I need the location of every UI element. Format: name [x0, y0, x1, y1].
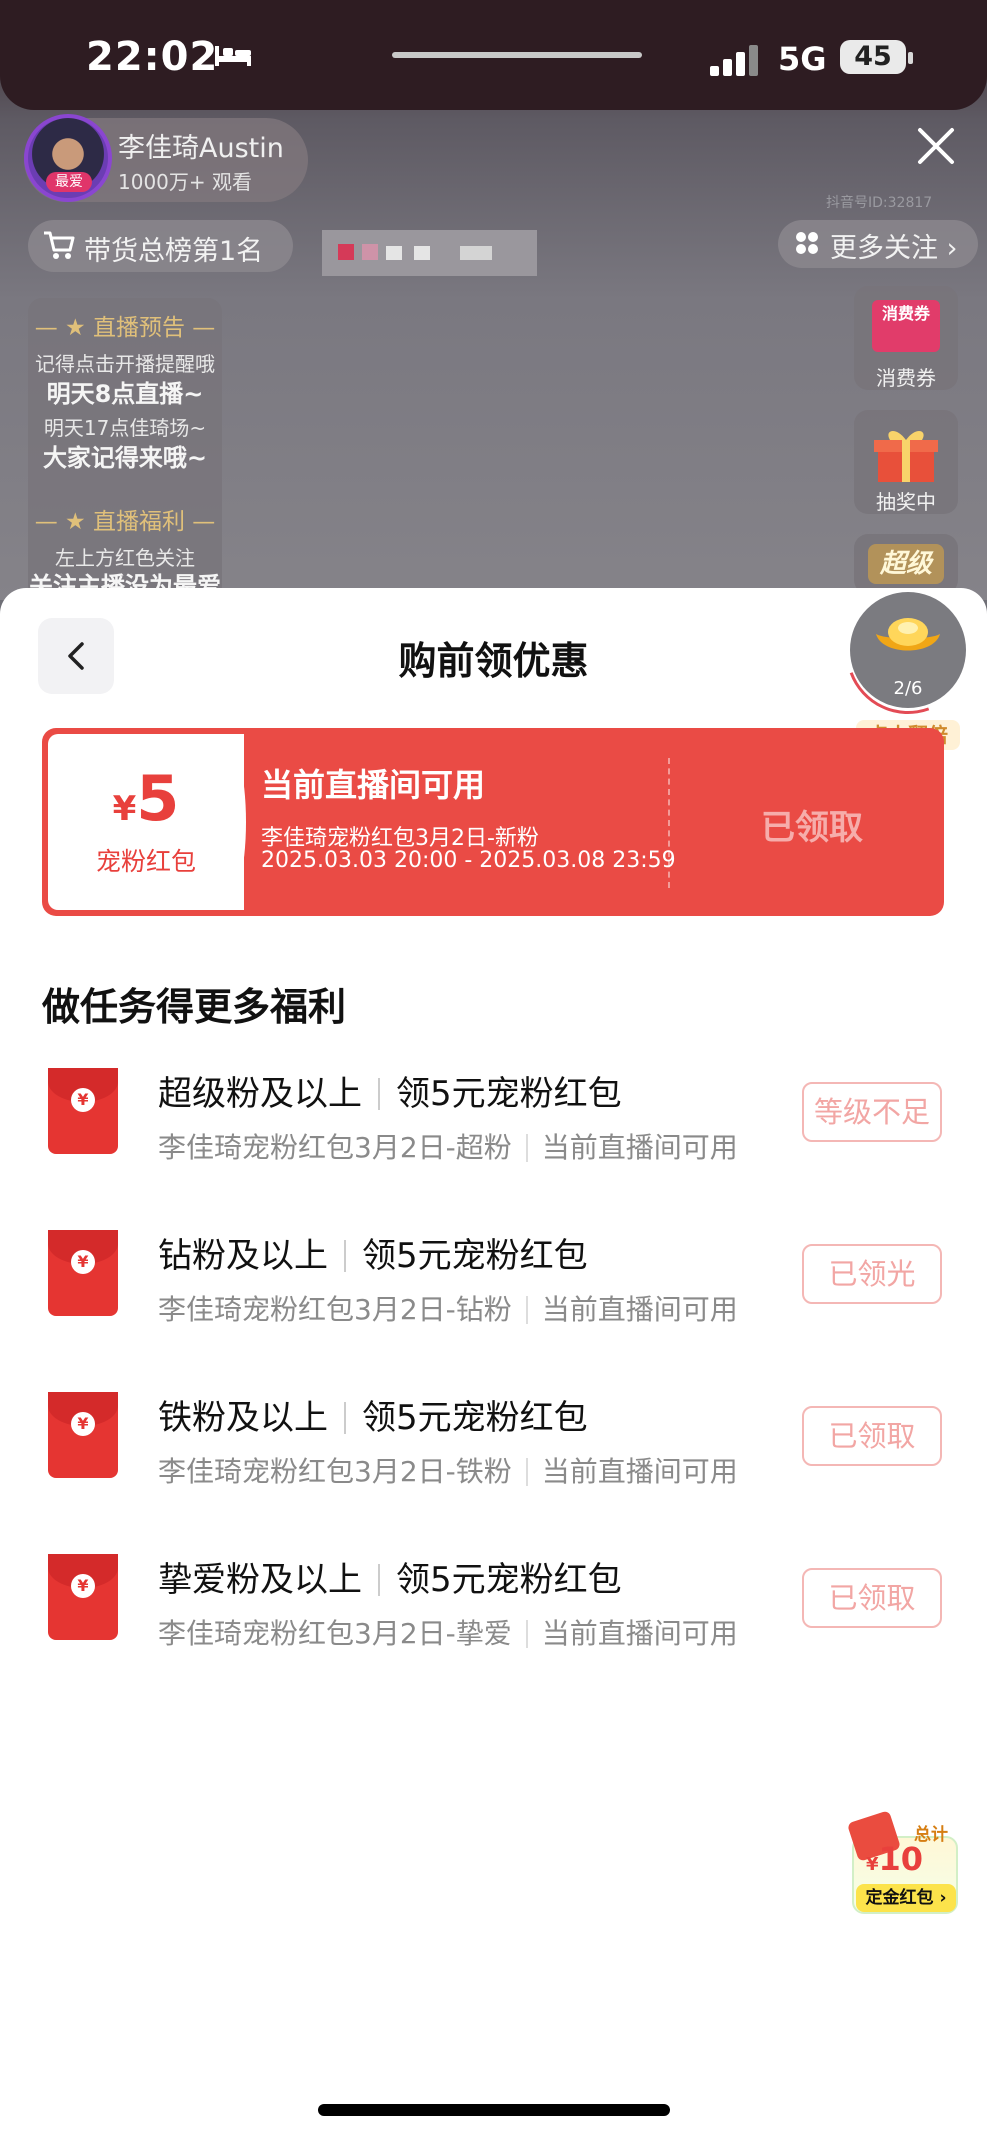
blurred-block [338, 244, 354, 260]
task-subtitle: 李佳琦宠粉红包3月2日-钻粉 当前直播间可用 [158, 1293, 738, 1326]
blurred-block [362, 244, 378, 260]
side-coupon-label: 消费券 [876, 366, 936, 390]
grid-icon [796, 232, 818, 254]
host-name: 李佳琦Austin [118, 133, 284, 164]
cellular-signal-icon [710, 45, 758, 76]
more-follow-label: 更多关注 › [830, 233, 958, 264]
blurred-block [386, 246, 402, 260]
rank-label: 带货总榜第1名 [84, 236, 264, 267]
cart-icon [44, 231, 75, 259]
task-subtitle: 李佳琦宠粉红包3月2日-铁粉 当前直播间可用 [158, 1455, 738, 1488]
gold-ingot-icon [876, 618, 940, 651]
coupon-validity: 2025.03.03 20:00 - 2025.03.08 23:59 [261, 848, 676, 873]
gift-icon [874, 430, 938, 482]
sleep-focus-icon [215, 46, 251, 66]
task-title: 铁粉及以上 领5元宠粉红包 [158, 1398, 588, 1438]
side-lottery-label: 抽奖中 [876, 490, 936, 514]
status-time: 22:02 [86, 34, 219, 80]
notice-text: 明天17点佳琦场~ [43, 416, 207, 440]
task-subtitle: 李佳琦宠粉红包3月2日-超粉 当前直播间可用 [158, 1131, 738, 1164]
task-title: 超级粉及以上 领5元宠粉红包 [158, 1074, 622, 1114]
notice-text: 明天8点直播~ [46, 380, 204, 408]
host-badge: 最爱 [46, 172, 92, 192]
section-title: 做任务得更多福利 [42, 985, 347, 1029]
red-envelope-icon: ¥ [48, 1554, 118, 1640]
notice-text: 记得点击开播提醒哦 [35, 352, 215, 376]
task-claim-button[interactable]: 已领取 [802, 1568, 942, 1628]
coupon-type: 宠粉红包 [95, 847, 196, 876]
host-views: 1000万+ 观看 [118, 170, 253, 194]
notice-preview-heading: — ★ 直播预告 — [34, 315, 216, 341]
coupon-divider [668, 758, 670, 888]
task-title: 钻粉及以上 领5元宠粉红包 [158, 1236, 588, 1276]
red-envelope-icon: ¥ [48, 1230, 118, 1316]
notice-text: 大家记得来哦~ [42, 444, 208, 472]
battery-icon: 45 [840, 40, 906, 74]
deposit-amount: ¥10 [866, 1840, 924, 1878]
coupon-image: 消费券 [872, 300, 940, 352]
anchor-id: 抖音号ID:32817 [826, 195, 933, 211]
task-claim-button[interactable]: 等级不足 [802, 1082, 942, 1142]
task-subtitle: 李佳琦宠粉红包3月2日-挚爱 当前直播间可用 [158, 1617, 738, 1650]
home-indicator[interactable] [318, 2104, 670, 2116]
deposit-label: 定金红包 › [856, 1884, 956, 1912]
dynamic-island-handle [392, 52, 642, 58]
task-title: 挚爱粉及以上 领5元宠粉红包 [158, 1560, 622, 1600]
close-icon[interactable] [914, 124, 958, 168]
coupon-title: 当前直播间可用 [261, 766, 486, 804]
coupon-claim-button[interactable]: 已领取 [700, 800, 924, 849]
red-envelope-icon: ¥ [48, 1392, 118, 1478]
ingot-progress: 2/6 [893, 678, 923, 699]
red-envelope-icon: ¥ [48, 1068, 118, 1154]
super-image: 超级 [868, 544, 944, 584]
coupon-amount: ¥5 [112, 762, 180, 835]
sheet-title: 购前领优惠 [398, 639, 589, 683]
task-claim-button[interactable]: 已领取 [802, 1406, 942, 1466]
task-claim-button[interactable]: 已领光 [802, 1244, 942, 1304]
blurred-block [460, 246, 492, 260]
battery-tip [908, 52, 913, 64]
notice-welfare-heading: — ★ 直播福利 — [34, 509, 216, 535]
network-type: 5G [778, 40, 827, 78]
blurred-block [414, 246, 430, 260]
